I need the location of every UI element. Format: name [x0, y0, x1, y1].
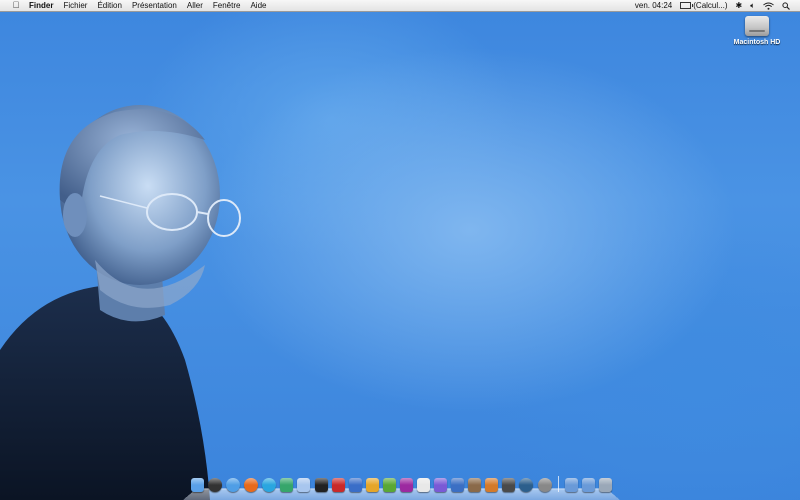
battery-icon — [680, 2, 694, 10]
frontrow-icon[interactable] — [314, 478, 328, 492]
messenger-icon[interactable] — [280, 478, 294, 492]
folder-app-icon[interactable] — [365, 478, 379, 492]
menu-finder[interactable]: Finder — [23, 0, 58, 11]
wallpaper-portrait — [0, 105, 241, 500]
menu-fichier[interactable]: Fichier — [58, 0, 92, 11]
menu-aller[interactable]: Aller — [182, 0, 208, 11]
keynote-icon[interactable] — [485, 478, 499, 492]
menu-bar:  Finder Fichier Édition Présentation Al… — [0, 0, 800, 12]
timemachine-icon[interactable] — [519, 478, 534, 492]
skype-icon[interactable] — [262, 478, 277, 492]
utility-icon[interactable] — [502, 478, 516, 492]
itunes-icon[interactable] — [297, 478, 311, 492]
menu-aide[interactable]: Aide — [245, 0, 271, 11]
hard-drive-icon — [745, 16, 769, 36]
menu-edition[interactable]: Édition — [92, 0, 126, 11]
adobe-app-icon[interactable] — [331, 478, 345, 492]
ical-icon[interactable] — [348, 478, 362, 492]
itunes-purple-icon[interactable] — [434, 478, 448, 492]
battery-label: (Calcul...) — [693, 1, 728, 10]
menu-fenetre[interactable]: Fenêtre — [208, 0, 246, 11]
dock-separator — [557, 476, 559, 492]
indesign-icon[interactable] — [399, 478, 413, 492]
system-preferences-icon[interactable] — [537, 478, 552, 492]
spotlight-icon[interactable] — [778, 0, 794, 11]
volume-icon[interactable]: 🔈︎ — [746, 0, 759, 11]
dashboard-icon[interactable] — [208, 478, 223, 492]
dreamweaver-icon[interactable] — [382, 478, 396, 492]
dock — [183, 474, 620, 500]
wifi-icon[interactable] — [759, 0, 778, 11]
desktop-icon-macintosh-hd[interactable]: Macintosh HD — [728, 16, 786, 46]
safari-icon[interactable] — [226, 478, 241, 492]
word-icon[interactable] — [451, 478, 465, 492]
applications-folder-icon[interactable] — [564, 478, 578, 492]
bluetooth-icon[interactable]: ✱ — [731, 0, 746, 11]
trash-icon[interactable] — [598, 478, 612, 492]
desktop:  Finder Fichier Édition Présentation Al… — [0, 0, 800, 500]
firefox-icon[interactable] — [244, 478, 259, 492]
calendar-icon[interactable] — [417, 478, 431, 492]
desktop-icon-label: Macintosh HD — [733, 39, 781, 46]
photo-icon[interactable] — [468, 478, 482, 492]
apple-menu-icon[interactable]:  — [9, 0, 23, 11]
battery-status[interactable]: (Calcul...) — [676, 0, 731, 11]
downloads-folder-icon[interactable] — [581, 478, 595, 492]
finder-icon[interactable] — [191, 478, 204, 492]
clock[interactable]: ven. 04:24 — [631, 0, 676, 11]
dock-icons — [191, 476, 612, 492]
menu-presentation[interactable]: Présentation — [127, 0, 182, 11]
